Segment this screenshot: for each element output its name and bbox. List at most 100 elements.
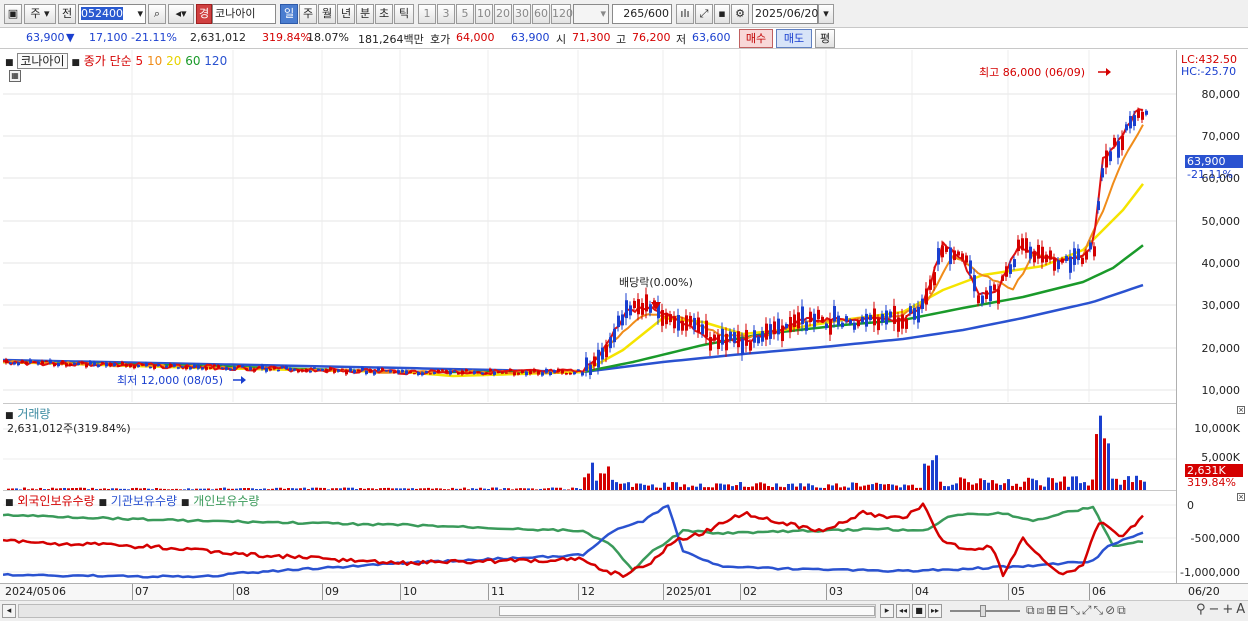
candle-body (305, 369, 308, 372)
candle-body (705, 320, 708, 338)
candle-body (373, 371, 376, 375)
candle-body (201, 367, 204, 370)
candle-body (93, 361, 96, 366)
draw-line-icon[interactable]: ⤢ (695, 4, 713, 24)
candle-body (1101, 168, 1104, 178)
candle-body (89, 361, 92, 365)
scroll-left-icon[interactable]: ◂ (2, 604, 16, 618)
candle-body (729, 331, 732, 340)
market-type-select[interactable]: 주 ▾ (24, 4, 56, 24)
zoom-slider[interactable] (950, 605, 1020, 617)
period-tick[interactable]: 틱 (394, 4, 414, 24)
gear-icon[interactable]: ⚙ (731, 4, 749, 24)
price-chart-pane[interactable]: ■ 코나아이 ■ 종가 단순 5 10 20 60 120 ▦ 최고 86,00… (3, 50, 1176, 402)
candle-body (797, 312, 800, 329)
candle-body (621, 314, 624, 326)
candle-body (21, 360, 24, 363)
stop-icon[interactable]: ■ (912, 604, 926, 618)
interval-5[interactable]: 5 (456, 4, 474, 24)
candle-body (821, 316, 824, 322)
zoom-controls-icon[interactable]: ⚲−+A (1196, 602, 1248, 617)
candle-icon[interactable]: ılı (676, 4, 694, 24)
candle-body (113, 363, 116, 366)
x-tick: 10 (403, 585, 417, 598)
zoom-tools-icon[interactable]: ⧉⧈⊞⊟⤡⤢⤡⊘⧉ (1026, 603, 1128, 618)
candle-body (1001, 276, 1004, 282)
volume-bar (599, 473, 602, 490)
fast-forward-icon[interactable]: ▸▸ (928, 604, 942, 618)
scroll-thumb[interactable] (499, 606, 875, 616)
window-menu-icon[interactable]: ▣ (4, 4, 22, 24)
calendar-dropdown-icon[interactable]: ▾ (818, 4, 834, 24)
ma120-line (3, 283, 1144, 374)
interval-custom-select[interactable]: ▾ (573, 4, 609, 24)
candle-body (869, 314, 872, 321)
volume-bar (1063, 476, 1066, 490)
interval-10[interactable]: 10 (475, 4, 493, 24)
period-year[interactable]: 년 (337, 4, 355, 24)
candle-body (97, 364, 100, 367)
period-minute[interactable]: 분 (356, 4, 374, 24)
period-month[interactable]: 월 (318, 4, 336, 24)
interval-120[interactable]: 120 (551, 4, 573, 24)
ma10-line (3, 124, 1144, 375)
candle-body (73, 362, 76, 365)
date-field[interactable]: 2025/06/20 (752, 4, 818, 24)
volume-bar (1059, 481, 1062, 490)
candle-body (1065, 256, 1068, 261)
candle-body (957, 251, 960, 256)
scroll-bar: ◂ ▸ ◂◂ ■ ▸▸ ⧉⧈⊞⊟⤡⤢⤡⊘⧉ ⚲−+A (0, 600, 1248, 621)
volume-bar (603, 473, 606, 490)
candle-body (481, 372, 484, 375)
x-separator (1008, 584, 1009, 600)
buy-button[interactable]: 매수 (739, 29, 773, 48)
scroll-right-icon[interactable]: ▸ (880, 604, 894, 618)
candle-body (977, 295, 980, 304)
period-day[interactable]: 일 (280, 4, 298, 24)
pane-close-icon[interactable]: × (1237, 406, 1245, 414)
candle-body (529, 370, 532, 375)
candle-body (677, 315, 680, 331)
save-icon[interactable]: ▪ (714, 4, 730, 24)
period-second[interactable]: 초 (375, 4, 393, 24)
candle-body (353, 369, 356, 373)
pane-close-icon[interactable]: × (1237, 493, 1245, 501)
legend-stock-name[interactable]: 코나아이 (17, 53, 68, 69)
search-icon[interactable]: ⌕ (148, 4, 166, 24)
volume-bar (939, 481, 942, 490)
interval-60[interactable]: 60 (532, 4, 550, 24)
speaker-icon[interactable]: ◂▾ (168, 4, 194, 24)
candle-body (813, 313, 816, 327)
x-tick: 12 (581, 585, 595, 598)
candle-body (1057, 260, 1060, 270)
x-separator (322, 584, 323, 600)
interval-20[interactable]: 20 (494, 4, 512, 24)
candle-body (1033, 252, 1036, 263)
candle-body (81, 361, 84, 364)
candle-body (237, 365, 240, 368)
interval-3[interactable]: 3 (437, 4, 455, 24)
chevron-down-icon[interactable]: ▾ (137, 5, 143, 23)
period-week[interactable]: 주 (299, 4, 317, 24)
y-tick: 30,000 (1201, 299, 1241, 312)
period-type-button[interactable]: 전 (58, 4, 76, 24)
holdings-pane[interactable]: ■ 외국인보유수량 ■ 기관보유수량 ■ 개인보유수량 (3, 490, 1176, 583)
rewind-icon[interactable]: ◂◂ (896, 604, 910, 618)
scroll-track[interactable] (18, 604, 876, 618)
candle-body (1117, 141, 1120, 158)
evaluate-button[interactable]: 평 (815, 29, 835, 48)
interval-1[interactable]: 1 (418, 4, 436, 24)
sell-button[interactable]: 매도 (776, 29, 812, 48)
chevron-down-icon[interactable]: ▾ (600, 5, 606, 23)
calculator-icon[interactable]: ▦ (9, 70, 21, 82)
candle-body (1089, 242, 1092, 250)
candle-body (949, 247, 952, 265)
x-tick: 09 (325, 585, 339, 598)
volume-pane[interactable]: ■ 거래량 2,631,012주(319.84%) (3, 403, 1176, 490)
candle-body (417, 372, 420, 376)
stock-code-input[interactable]: 052400 ▾ (78, 4, 146, 24)
zoom-slider-handle[interactable] (980, 605, 986, 617)
data-count-field[interactable]: 265/600 (612, 4, 672, 24)
volume-bar (1083, 482, 1086, 490)
interval-30[interactable]: 30 (513, 4, 531, 24)
